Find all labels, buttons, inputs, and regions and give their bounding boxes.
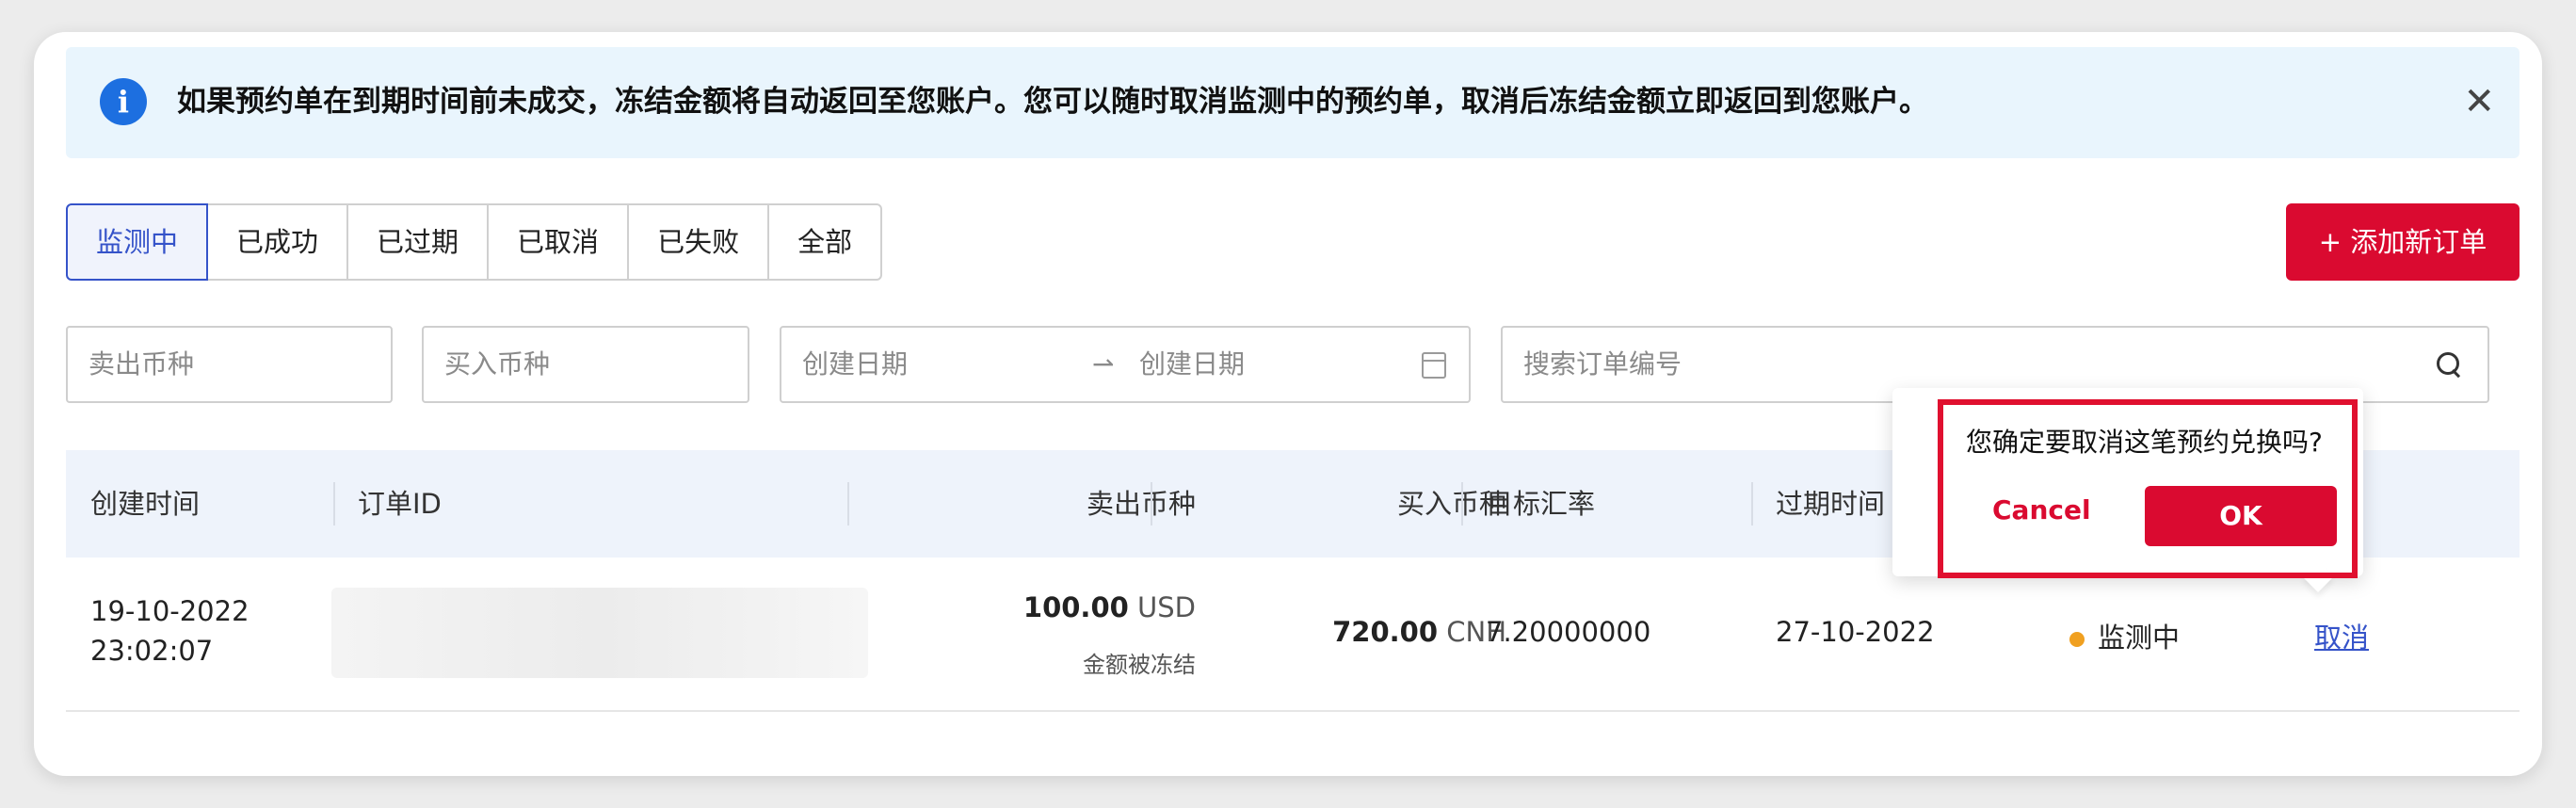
tab-monitoring[interactable]: 监测中 [66, 203, 209, 281]
column-divider [1461, 482, 1463, 525]
add-new-order-button[interactable]: + 添加新订单 [2286, 203, 2520, 281]
sell-currency: USD [1137, 591, 1196, 623]
tab-failed[interactable]: 已失败 [627, 203, 770, 281]
confirm-question: 您确定要取消这笔预约兑换吗? [1966, 427, 2323, 458]
sell-amount-group: 100.00 USD [1023, 591, 1196, 623]
confirm-cancel-popover: 您确定要取消这笔预约兑换吗? Cancel OK [1892, 388, 2363, 576]
column-divider [1751, 482, 1753, 525]
end-date-placeholder: 创建日期 [1139, 348, 1246, 380]
header-sell-currency: 卖出币种 [1086, 488, 1196, 520]
search-placeholder: 搜索订单编号 [1523, 348, 1682, 380]
column-divider [333, 482, 335, 525]
close-icon[interactable]: ✕ [2463, 83, 2495, 121]
tab-succeeded[interactable]: 已成功 [206, 203, 349, 281]
status-dot [2069, 632, 2085, 647]
buy-amount: 720.00 [1332, 616, 1439, 648]
banner-text: 如果预约单在到期时间前未成交，冻结金额将自动返回至您账户。您可以随时取消监测中的… [177, 85, 1928, 119]
header-expiry-time: 过期时间 [1776, 488, 1886, 520]
calendar-icon [1422, 352, 1446, 379]
status-label: 监测中 [2098, 622, 2181, 654]
expiry-date: 27-10-2022 [1776, 616, 1935, 648]
sell-currency-select[interactable]: 卖出币种 [66, 326, 393, 403]
start-date-placeholder: 创建日期 [802, 348, 909, 380]
order-id-redacted [331, 588, 868, 678]
header-created-time: 创建时间 [90, 488, 201, 520]
target-rate: 7.20000000 [1486, 616, 1651, 648]
sell-currency-placeholder: 卖出币种 [89, 348, 195, 380]
sell-amount: 100.00 [1022, 591, 1129, 623]
created-time: 23:02:07 [90, 635, 214, 667]
header-target-rate: 目标汇率 [1486, 488, 1596, 520]
status-tabs: 监测中 已成功 已过期 已取消 已失败 全部 [66, 203, 883, 281]
buy-currency-select[interactable]: 买入币种 [422, 326, 749, 403]
column-divider [847, 482, 849, 525]
column-divider [1151, 482, 1152, 525]
tab-expired[interactable]: 已过期 [346, 203, 490, 281]
info-icon: i [100, 78, 147, 125]
tab-cancelled[interactable]: 已取消 [487, 203, 630, 281]
popover-cancel-button[interactable]: Cancel [1992, 492, 2091, 529]
cancel-order-link[interactable]: 取消 [2314, 616, 2369, 655]
date-range-arrow-icon: ⇀ [1092, 348, 1115, 380]
info-banner: i 如果预约单在到期时间前未成交，冻结金额将自动返回至您账户。您可以随时取消监测… [66, 47, 2520, 158]
buy-amount-group: 720.00 CNH [1332, 616, 1506, 648]
status-badge: 监测中 [2069, 616, 2180, 655]
frozen-amount-note: 金额被冻结 [1083, 652, 1196, 678]
buy-currency-placeholder: 买入币种 [444, 348, 551, 380]
tab-all[interactable]: 全部 [767, 203, 883, 281]
created-date: 19-10-2022 [90, 595, 250, 627]
popover-ok-button[interactable]: OK [2145, 486, 2337, 546]
header-order-id: 订单ID [358, 488, 442, 520]
search-icon[interactable] [2435, 350, 2463, 379]
table-row: 19-10-2022 23:02:07 100.00 USD 金额被冻结 720… [66, 558, 2520, 712]
created-date-range-picker[interactable]: 创建日期 ⇀ 创建日期 [780, 326, 1471, 403]
